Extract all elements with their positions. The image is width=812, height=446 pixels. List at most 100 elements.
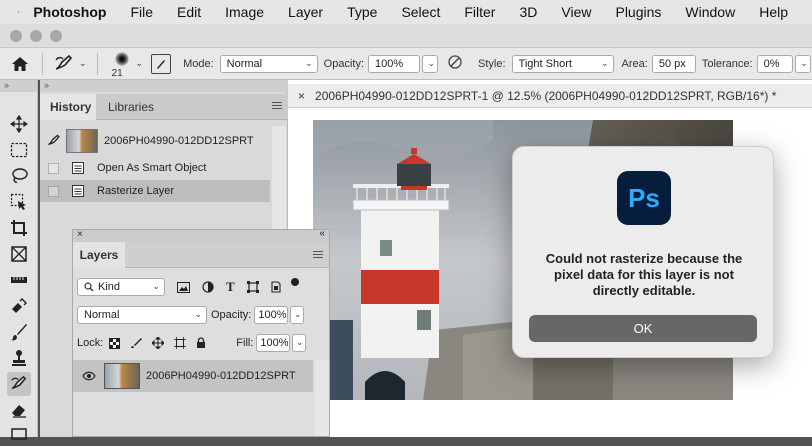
minimize-window-button[interactable]: [30, 30, 42, 42]
history-state-row-selected[interactable]: Rasterize Layer: [40, 180, 270, 202]
close-document-icon[interactable]: ×: [298, 89, 305, 103]
home-icon[interactable]: [8, 56, 32, 72]
area-field[interactable]: 50 px: [651, 54, 696, 73]
chevron-down-icon: ⌄: [295, 337, 304, 347]
menu-edit[interactable]: Edit: [177, 4, 201, 20]
lock-position-icon[interactable]: [152, 337, 165, 349]
apple-icon[interactable]: [18, 4, 20, 20]
ruler-tool-icon[interactable]: [7, 268, 31, 292]
opacity-value: 100%: [375, 57, 404, 70]
tab-history[interactable]: History: [40, 94, 96, 120]
history-source-checkbox[interactable]: [48, 162, 59, 174]
tolerance-field[interactable]: 0%: [756, 54, 793, 73]
marquee-tool-icon[interactable]: [7, 138, 31, 162]
mode-select[interactable]: Normal ⌄: [219, 54, 318, 73]
menu-bar: Photoshop File Edit Image Layer Type Sel…: [0, 0, 812, 24]
panel-menu-icon[interactable]: [313, 251, 323, 258]
layer-filter-row: Kind ⌄ T: [77, 278, 299, 296]
eye-visibility-icon[interactable]: [82, 371, 96, 381]
clone-stamp-tool-icon[interactable]: [7, 346, 31, 370]
opacity-label: Opacity:: [323, 57, 365, 70]
menu-help[interactable]: Help: [759, 4, 788, 20]
alert-dialog: Ps Could not rasterize because the pixel…: [512, 146, 774, 358]
blend-mode-select[interactable]: Normal ⌄: [77, 306, 207, 324]
tolerance-dropdown[interactable]: ⌄: [794, 54, 811, 73]
healing-brush-tool-icon[interactable]: [7, 294, 31, 318]
lock-image-pixels-icon[interactable]: [130, 337, 143, 349]
chevron-down-icon: ⌄: [427, 57, 436, 68]
frame-tool-icon[interactable]: [7, 242, 31, 266]
history-source-checkbox[interactable]: [48, 185, 59, 197]
layers-scrollbar[interactable]: [315, 360, 329, 436]
move-tool-icon[interactable]: [7, 112, 31, 136]
menu-select[interactable]: Select: [401, 4, 440, 20]
lock-transparent-pixels-icon[interactable]: [109, 337, 121, 349]
menu-view[interactable]: View: [561, 4, 591, 20]
menu-file[interactable]: File: [130, 4, 153, 20]
shape-layer-filter-icon[interactable]: [246, 281, 259, 293]
layer-opacity-field[interactable]: 100%: [254, 306, 289, 324]
brush-settings-panel-toggle[interactable]: [151, 53, 172, 74]
zoom-window-button[interactable]: [50, 30, 62, 42]
collapse-panel-icon[interactable]: «: [319, 228, 325, 239]
menu-photoshop[interactable]: Photoshop: [33, 4, 106, 20]
fill-dropdown[interactable]: ⌄: [292, 334, 307, 352]
panel-collapse-icon[interactable]: »: [40, 80, 288, 92]
brush-size-label: 21: [111, 67, 123, 79]
adjustment-layer-filter-icon[interactable]: [202, 281, 214, 293]
pixel-layer-filter-icon[interactable]: [177, 281, 190, 293]
close-panel-icon[interactable]: ×: [77, 229, 83, 240]
history-snapshot-row[interactable]: 2006PH04990-012DD12SPRT: [40, 126, 270, 156]
layer-name[interactable]: 2006PH04990-012DD12SPRT: [146, 370, 296, 382]
mode-value: Normal: [226, 57, 263, 70]
layer-opacity-dropdown[interactable]: ⌄: [290, 306, 305, 324]
opacity-field[interactable]: 100%: [368, 54, 421, 73]
eraser-tool-icon[interactable]: [7, 398, 31, 422]
filter-kind-value: Kind: [98, 281, 121, 293]
tab-layers[interactable]: Layers: [73, 242, 125, 268]
menu-3d[interactable]: 3D: [519, 4, 537, 20]
ok-button[interactable]: OK: [529, 315, 757, 342]
layer-opacity-value: 100%: [258, 309, 287, 321]
tools-collapse-icon[interactable]: »: [0, 80, 37, 92]
lock-artboard-icon[interactable]: [174, 337, 187, 349]
brush-preset-picker[interactable]: 21: [108, 49, 136, 79]
opacity-dropdown[interactable]: ⌄: [422, 54, 439, 73]
pressure-opacity-toggle[interactable]: [446, 53, 464, 74]
chevron-down-icon[interactable]: ⌄: [136, 58, 144, 69]
menu-layer[interactable]: Layer: [288, 4, 323, 20]
blend-mode-value: Normal: [84, 309, 120, 321]
fill-field[interactable]: 100%: [256, 334, 291, 352]
chevron-down-icon: ⌄: [800, 57, 808, 68]
filter-toggle-icon[interactable]: [290, 278, 299, 286]
menu-filter[interactable]: Filter: [464, 4, 495, 20]
gradient-tool-icon[interactable]: [7, 422, 31, 446]
snapshot-name: 2006PH04990-012DD12SPRT: [104, 135, 254, 147]
tool-preset-picker[interactable]: ⌄: [53, 54, 87, 74]
crop-tool-icon[interactable]: [7, 216, 31, 240]
menu-type[interactable]: Type: [347, 4, 377, 20]
document-tab[interactable]: × 2006PH04990-012DD12SPRT-1 @ 12.5% (200…: [288, 84, 812, 108]
panel-menu-icon[interactable]: [272, 102, 282, 109]
history-brush-source-icon[interactable]: [46, 134, 62, 148]
close-window-button[interactable]: [10, 30, 22, 42]
lasso-tool-icon[interactable]: [7, 164, 31, 188]
tab-libraries[interactable]: Libraries: [98, 94, 164, 120]
chevron-down-icon: ⌄: [152, 281, 160, 291]
brush-tip-preview: [114, 51, 129, 66]
art-history-brush-tool-icon[interactable]: [7, 372, 31, 396]
lock-all-icon[interactable]: [196, 337, 206, 349]
object-selection-tool-icon[interactable]: [7, 190, 31, 214]
menu-window[interactable]: Window: [685, 4, 735, 20]
layers-panel-header: × «: [73, 228, 329, 242]
chevron-down-icon: ⌄: [194, 309, 202, 319]
type-layer-filter-icon[interactable]: T: [226, 279, 235, 295]
smart-object-filter-icon[interactable]: [271, 281, 281, 293]
menu-image[interactable]: Image: [225, 4, 264, 20]
layer-filter-kind-select[interactable]: Kind ⌄: [77, 278, 165, 296]
menu-plugins[interactable]: Plugins: [615, 4, 661, 20]
history-state-row[interactable]: Open As Smart Object: [40, 157, 270, 179]
brush-tool-icon[interactable]: [7, 320, 31, 344]
layer-row[interactable]: 2006PH04990-012DD12SPRT: [73, 360, 313, 392]
style-select[interactable]: Tight Short ⌄: [511, 54, 614, 73]
